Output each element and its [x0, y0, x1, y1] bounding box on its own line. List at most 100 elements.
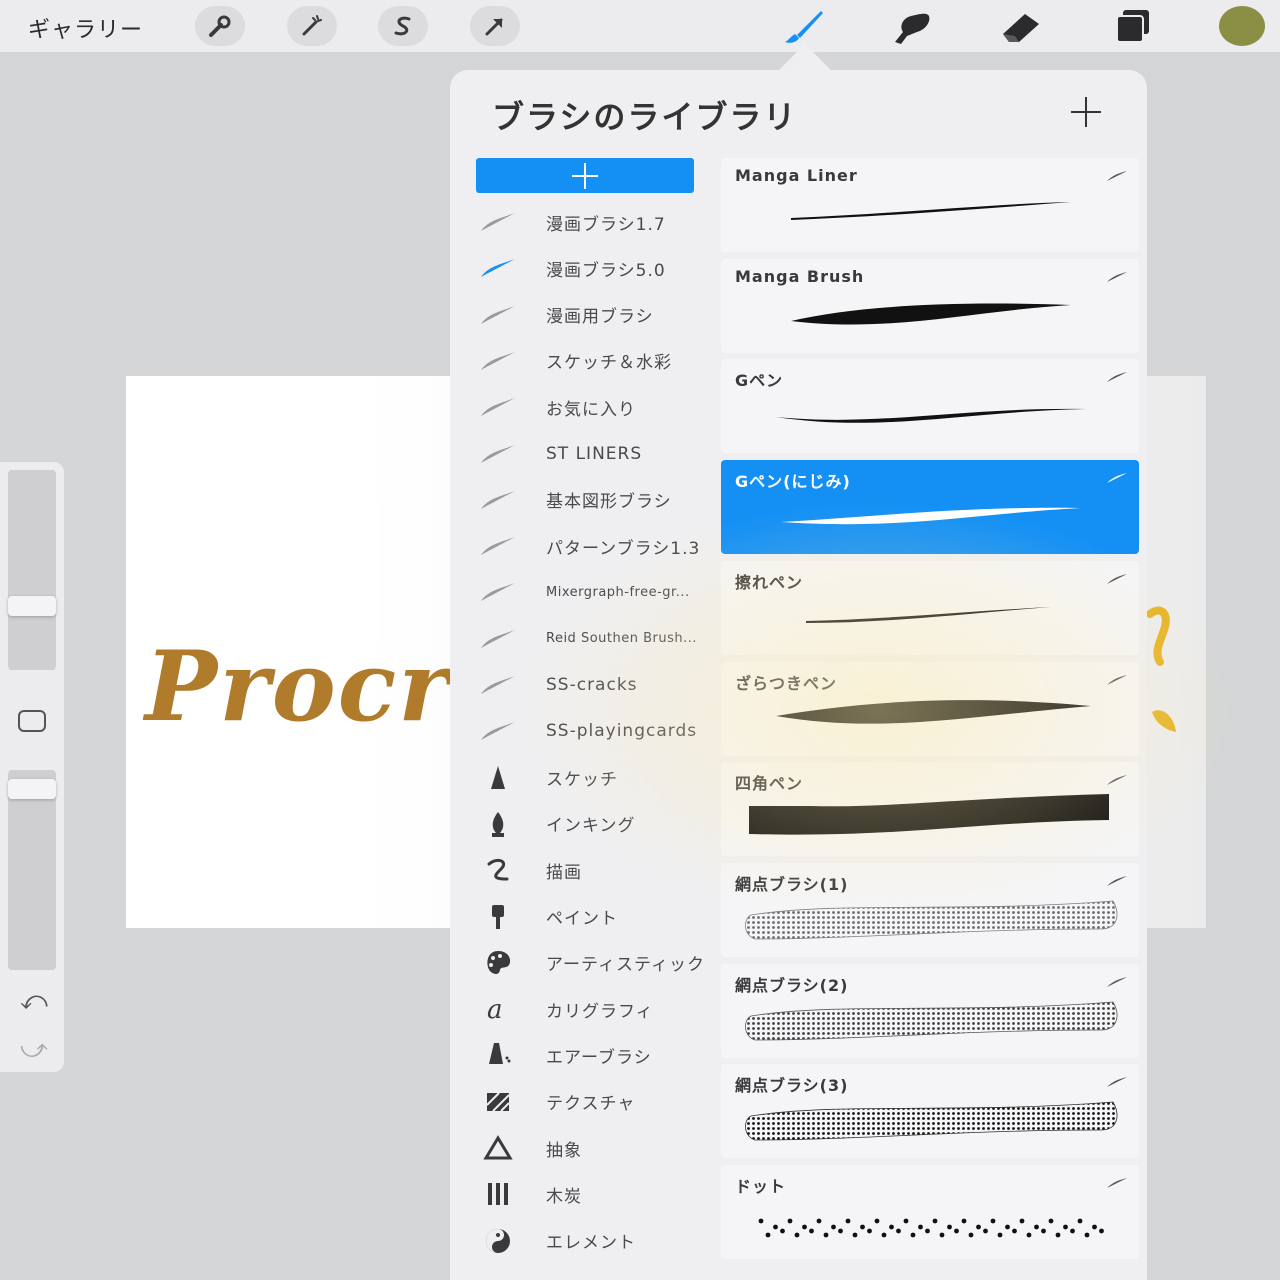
brush-stroke-preview: [741, 794, 1121, 856]
brush-size-slider[interactable]: [8, 470, 56, 670]
brush-set-item[interactable]: 基本図形ブラシ: [476, 480, 720, 520]
plus-icon: [572, 162, 598, 189]
gallery-button[interactable]: ギャラリー: [28, 12, 143, 44]
brush-set-item[interactable]: パターンブラシ1.3: [476, 526, 720, 566]
brush-card[interactable]: 網点ブラシ(2): [721, 963, 1139, 1058]
brush-set-item[interactable]: ペイント: [476, 897, 720, 937]
brush-set-label: 漫画用ブラシ: [546, 307, 654, 328]
brush-set-item[interactable]: SS-cracks: [476, 665, 720, 705]
brush-stroke-preview: [741, 492, 1121, 554]
top-toolbar: ギャラリー: [0, 0, 1280, 52]
brush-set-item[interactable]: 描画: [476, 850, 720, 890]
brush-set-label: SS-cracks: [546, 675, 638, 695]
charcoal-icon: [476, 1179, 520, 1209]
brush-card[interactable]: 網点ブラシ(3): [721, 1064, 1139, 1159]
color-picker-swatch[interactable]: [1219, 6, 1265, 46]
brush-set-label: カリグラフィ: [546, 1001, 654, 1022]
side-slider-panel: ⤺ ⤻: [0, 462, 64, 1072]
brush-list: Manga Liner Manga Brush Gペン Gペン(にじみ) 擦れペンざらつ…: [720, 158, 1140, 1280]
swirl-icon: [476, 855, 520, 885]
brush-set-label: アーティスティック: [546, 955, 705, 976]
brush-set-label: インキング: [546, 816, 636, 837]
new-brush-plus-icon[interactable]: [1068, 94, 1104, 130]
brush-set-label: 描画: [546, 862, 582, 883]
brush-stroke-icon: [476, 624, 520, 654]
brush-set-item[interactable]: テクスチャ: [476, 1082, 720, 1122]
brush-set-item[interactable]: エアーブラシ: [476, 1035, 720, 1075]
brush-set-label: 基本図形ブラシ: [546, 492, 672, 513]
brush-set-item[interactable]: 漫画ブラシ1.7: [476, 202, 720, 242]
brush-name: ドット: [735, 1177, 787, 1196]
brush-set-item[interactable]: エレメント: [476, 1221, 720, 1261]
brush-card[interactable]: 網点ブラシ(1): [721, 862, 1139, 957]
brush-set-item[interactable]: お気に入り: [476, 387, 720, 427]
layers-icon[interactable]: [1104, 4, 1160, 48]
pen-nib-icon: [476, 809, 520, 839]
brush-stroke-icon: [476, 485, 520, 515]
add-brush-set-button[interactable]: [476, 158, 694, 193]
brush-name: Manga Brush: [735, 266, 865, 286]
texture-icon: [476, 1087, 520, 1117]
brush-stroke-icon: [1105, 1175, 1129, 1194]
eraser-icon[interactable]: [992, 4, 1048, 48]
brush-stroke-preview: [741, 895, 1121, 957]
brush-card[interactable]: Gペン(にじみ): [721, 460, 1139, 555]
smudge-icon[interactable]: [882, 4, 938, 48]
brush-set-label: Mixergraph-free-gr...: [546, 584, 690, 600]
undo-icon[interactable]: ⤺: [20, 986, 48, 1017]
brush-set-item[interactable]: アーティスティック: [476, 943, 720, 983]
brush-set-item[interactable]: a カリグラフィ: [476, 989, 720, 1029]
brush-set-item[interactable]: 木炭: [476, 1174, 720, 1214]
brush-set-label: ST LINERS: [546, 443, 643, 464]
brush-set-item[interactable]: Reid Southen Brush...: [476, 619, 720, 659]
brush-name: Gペン(にじみ): [735, 472, 851, 492]
brush-set-item[interactable]: スケッチ: [476, 758, 720, 798]
brush-set-item[interactable]: Mixergraph-free-gr...: [476, 572, 720, 612]
brush-card[interactable]: Manga Brush: [721, 258, 1139, 353]
brush-stroke-icon: [1105, 168, 1129, 187]
brush-card[interactable]: Manga Liner: [721, 158, 1139, 252]
brush-set-item[interactable]: SS-playingcards: [476, 711, 720, 751]
brush-set-label: お気に入り: [546, 399, 636, 420]
brush-stroke-icon: [1105, 974, 1129, 993]
brush-card[interactable]: ざらつきペン: [721, 661, 1139, 756]
brush-set-item[interactable]: インキング: [476, 804, 720, 844]
brush-stroke-icon: [1105, 772, 1129, 791]
brush-stroke-icon: [1105, 369, 1129, 388]
brush-card[interactable]: 擦れペン: [721, 560, 1139, 655]
airbrush-icon: [476, 1040, 520, 1070]
brush-set-item[interactable]: 漫画用ブラシ: [476, 295, 720, 335]
brush-name: 網点ブラシ(3): [735, 1076, 849, 1096]
adjustments-wand-icon[interactable]: [287, 6, 337, 46]
brush-name: 網点ブラシ(2): [735, 975, 849, 995]
brush-stroke-icon: [476, 577, 520, 607]
brush-name: ざらつきペン: [735, 673, 838, 693]
brush-set-label: エレメント: [546, 1233, 636, 1254]
brush-stroke-icon: [476, 392, 520, 422]
brush-stroke-icon: [476, 716, 520, 746]
brush-set-item[interactable]: ST LINERS: [476, 434, 720, 474]
brush-set-item[interactable]: 漫画ブラシ5.0: [476, 248, 720, 288]
modify-button[interactable]: [18, 710, 46, 732]
brush-stroke-icon: [1105, 873, 1129, 892]
paintbrush-icon: [476, 902, 520, 932]
brush-size-handle[interactable]: [8, 596, 56, 616]
brush-library-panel: ブラシのライブラリ 漫画ブラシ1.7 漫画ブラシ5.0 漫画用ブラシ スケッチ＆水彩お…: [450, 70, 1147, 1280]
brush-icon[interactable]: [774, 4, 830, 48]
brush-set-list: 漫画ブラシ1.7 漫画ブラシ5.0 漫画用ブラシスケッチ＆水彩お気に入り ST LIN…: [450, 158, 720, 1280]
calligraphy-icon: a: [476, 994, 520, 1024]
brush-set-item[interactable]: スケッチ＆水彩: [476, 341, 720, 381]
brush-card[interactable]: ドット: [721, 1165, 1139, 1259]
redo-icon[interactable]: ⤻: [20, 1034, 48, 1065]
brush-set-item[interactable]: 抽象: [476, 1128, 720, 1168]
selection-s-icon[interactable]: [378, 6, 428, 46]
brush-stroke-preview: [741, 190, 1121, 252]
brush-stroke-preview: [741, 593, 1121, 655]
brush-card[interactable]: Gペン: [721, 359, 1139, 454]
svg-text:a: a: [487, 995, 503, 1024]
actions-wrench-icon[interactable]: [195, 6, 245, 46]
brush-card[interactable]: 四角ペン: [721, 762, 1139, 857]
opacity-slider[interactable]: [8, 770, 56, 970]
opacity-handle[interactable]: [8, 779, 56, 799]
transform-arrow-icon[interactable]: [470, 6, 520, 46]
